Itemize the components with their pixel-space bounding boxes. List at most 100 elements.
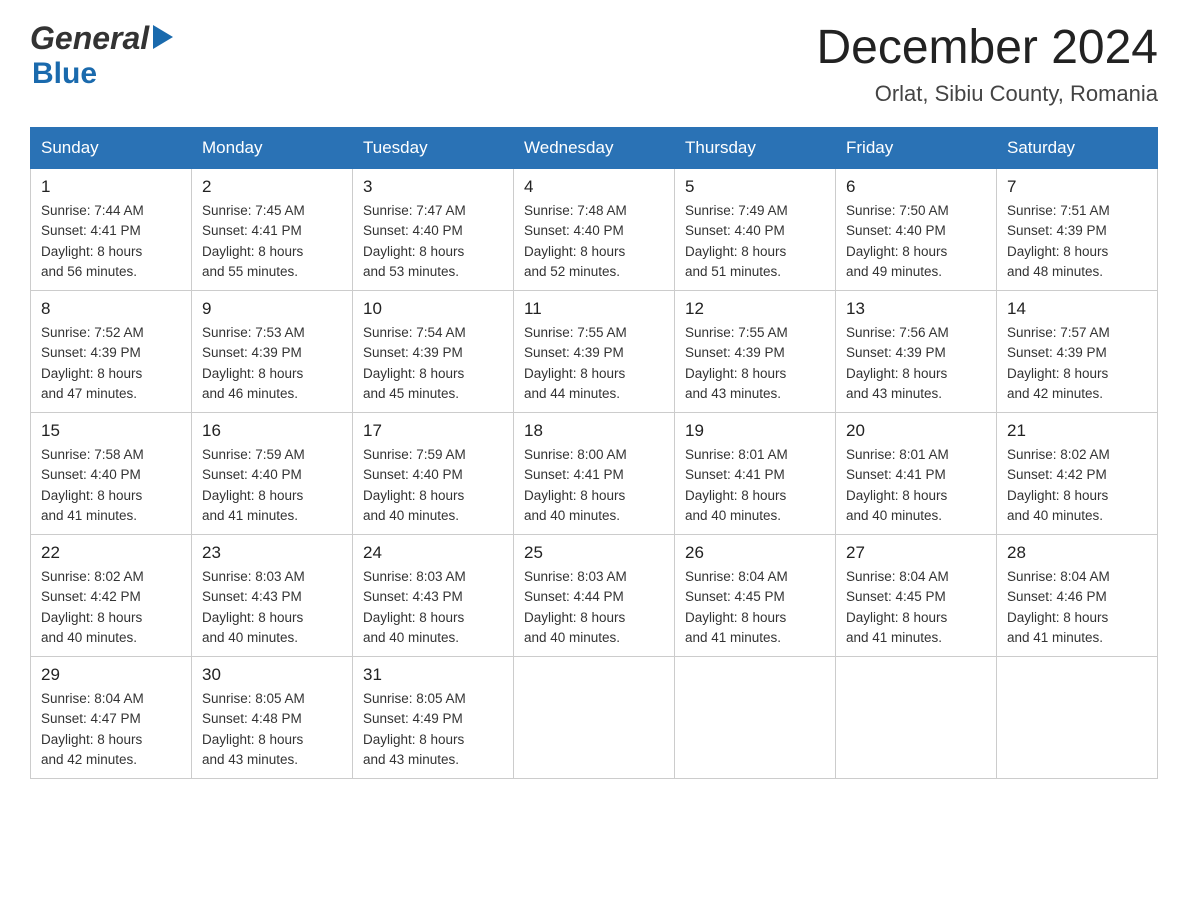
calendar-header-friday: Friday	[836, 128, 997, 169]
day-info: Sunrise: 8:00 AM Sunset: 4:41 PM Dayligh…	[524, 445, 664, 526]
calendar-header-monday: Monday	[192, 128, 353, 169]
day-number: 26	[685, 543, 825, 563]
day-info: Sunrise: 8:04 AM Sunset: 4:47 PM Dayligh…	[41, 689, 181, 770]
calendar-cell: 11 Sunrise: 7:55 AM Sunset: 4:39 PM Dayl…	[514, 291, 675, 413]
logo: General Blue	[30, 20, 173, 91]
calendar-cell: 28 Sunrise: 8:04 AM Sunset: 4:46 PM Dayl…	[997, 535, 1158, 657]
calendar-cell: 16 Sunrise: 7:59 AM Sunset: 4:40 PM Dayl…	[192, 413, 353, 535]
day-number: 21	[1007, 421, 1147, 441]
day-number: 7	[1007, 177, 1147, 197]
day-info: Sunrise: 7:53 AM Sunset: 4:39 PM Dayligh…	[202, 323, 342, 404]
calendar-week-row: 1 Sunrise: 7:44 AM Sunset: 4:41 PM Dayli…	[31, 169, 1158, 291]
calendar-header-tuesday: Tuesday	[353, 128, 514, 169]
calendar-cell: 30 Sunrise: 8:05 AM Sunset: 4:48 PM Dayl…	[192, 657, 353, 779]
calendar-cell: 20 Sunrise: 8:01 AM Sunset: 4:41 PM Dayl…	[836, 413, 997, 535]
day-number: 16	[202, 421, 342, 441]
calendar-week-row: 22 Sunrise: 8:02 AM Sunset: 4:42 PM Dayl…	[31, 535, 1158, 657]
calendar-week-row: 29 Sunrise: 8:04 AM Sunset: 4:47 PM Dayl…	[31, 657, 1158, 779]
day-number: 24	[363, 543, 503, 563]
day-number: 11	[524, 299, 664, 319]
day-info: Sunrise: 8:05 AM Sunset: 4:49 PM Dayligh…	[363, 689, 503, 770]
day-number: 2	[202, 177, 342, 197]
day-info: Sunrise: 7:44 AM Sunset: 4:41 PM Dayligh…	[41, 201, 181, 282]
calendar-header-saturday: Saturday	[997, 128, 1158, 169]
calendar-cell: 31 Sunrise: 8:05 AM Sunset: 4:49 PM Dayl…	[353, 657, 514, 779]
day-info: Sunrise: 7:55 AM Sunset: 4:39 PM Dayligh…	[685, 323, 825, 404]
calendar-cell: 5 Sunrise: 7:49 AM Sunset: 4:40 PM Dayli…	[675, 169, 836, 291]
day-number: 4	[524, 177, 664, 197]
day-info: Sunrise: 7:49 AM Sunset: 4:40 PM Dayligh…	[685, 201, 825, 282]
calendar-cell: 15 Sunrise: 7:58 AM Sunset: 4:40 PM Dayl…	[31, 413, 192, 535]
day-info: Sunrise: 7:59 AM Sunset: 4:40 PM Dayligh…	[363, 445, 503, 526]
calendar-cell	[675, 657, 836, 779]
page-title: December 2024	[816, 20, 1158, 75]
day-info: Sunrise: 8:01 AM Sunset: 4:41 PM Dayligh…	[846, 445, 986, 526]
day-number: 22	[41, 543, 181, 563]
calendar-cell: 10 Sunrise: 7:54 AM Sunset: 4:39 PM Dayl…	[353, 291, 514, 413]
day-number: 18	[524, 421, 664, 441]
day-info: Sunrise: 8:01 AM Sunset: 4:41 PM Dayligh…	[685, 445, 825, 526]
day-info: Sunrise: 7:54 AM Sunset: 4:39 PM Dayligh…	[363, 323, 503, 404]
day-info: Sunrise: 7:58 AM Sunset: 4:40 PM Dayligh…	[41, 445, 181, 526]
calendar-cell: 17 Sunrise: 7:59 AM Sunset: 4:40 PM Dayl…	[353, 413, 514, 535]
day-info: Sunrise: 8:04 AM Sunset: 4:45 PM Dayligh…	[685, 567, 825, 648]
day-number: 28	[1007, 543, 1147, 563]
day-info: Sunrise: 8:03 AM Sunset: 4:43 PM Dayligh…	[202, 567, 342, 648]
calendar-cell: 1 Sunrise: 7:44 AM Sunset: 4:41 PM Dayli…	[31, 169, 192, 291]
calendar-cell: 27 Sunrise: 8:04 AM Sunset: 4:45 PM Dayl…	[836, 535, 997, 657]
day-info: Sunrise: 7:52 AM Sunset: 4:39 PM Dayligh…	[41, 323, 181, 404]
calendar-cell	[997, 657, 1158, 779]
day-info: Sunrise: 7:56 AM Sunset: 4:39 PM Dayligh…	[846, 323, 986, 404]
day-info: Sunrise: 8:04 AM Sunset: 4:45 PM Dayligh…	[846, 567, 986, 648]
calendar-week-row: 15 Sunrise: 7:58 AM Sunset: 4:40 PM Dayl…	[31, 413, 1158, 535]
logo-arrow-icon	[153, 25, 173, 49]
calendar-table: SundayMondayTuesdayWednesdayThursdayFrid…	[30, 127, 1158, 779]
day-number: 5	[685, 177, 825, 197]
day-number: 19	[685, 421, 825, 441]
day-number: 1	[41, 177, 181, 197]
day-info: Sunrise: 8:04 AM Sunset: 4:46 PM Dayligh…	[1007, 567, 1147, 648]
day-number: 17	[363, 421, 503, 441]
calendar-header-sunday: Sunday	[31, 128, 192, 169]
calendar-cell: 9 Sunrise: 7:53 AM Sunset: 4:39 PM Dayli…	[192, 291, 353, 413]
day-number: 3	[363, 177, 503, 197]
day-info: Sunrise: 7:51 AM Sunset: 4:39 PM Dayligh…	[1007, 201, 1147, 282]
day-number: 29	[41, 665, 181, 685]
day-info: Sunrise: 7:48 AM Sunset: 4:40 PM Dayligh…	[524, 201, 664, 282]
page-header: General Blue December 2024 Orlat, Sibiu …	[30, 20, 1158, 107]
calendar-cell: 22 Sunrise: 8:02 AM Sunset: 4:42 PM Dayl…	[31, 535, 192, 657]
calendar-cell: 23 Sunrise: 8:03 AM Sunset: 4:43 PM Dayl…	[192, 535, 353, 657]
calendar-cell: 8 Sunrise: 7:52 AM Sunset: 4:39 PM Dayli…	[31, 291, 192, 413]
calendar-cell: 14 Sunrise: 7:57 AM Sunset: 4:39 PM Dayl…	[997, 291, 1158, 413]
day-info: Sunrise: 7:57 AM Sunset: 4:39 PM Dayligh…	[1007, 323, 1147, 404]
day-info: Sunrise: 8:03 AM Sunset: 4:44 PM Dayligh…	[524, 567, 664, 648]
calendar-cell: 19 Sunrise: 8:01 AM Sunset: 4:41 PM Dayl…	[675, 413, 836, 535]
calendar-cell: 6 Sunrise: 7:50 AM Sunset: 4:40 PM Dayli…	[836, 169, 997, 291]
calendar-cell: 25 Sunrise: 8:03 AM Sunset: 4:44 PM Dayl…	[514, 535, 675, 657]
day-info: Sunrise: 7:59 AM Sunset: 4:40 PM Dayligh…	[202, 445, 342, 526]
day-info: Sunrise: 8:03 AM Sunset: 4:43 PM Dayligh…	[363, 567, 503, 648]
day-number: 20	[846, 421, 986, 441]
calendar-cell: 3 Sunrise: 7:47 AM Sunset: 4:40 PM Dayli…	[353, 169, 514, 291]
calendar-cell: 29 Sunrise: 8:04 AM Sunset: 4:47 PM Dayl…	[31, 657, 192, 779]
calendar-header-row: SundayMondayTuesdayWednesdayThursdayFrid…	[31, 128, 1158, 169]
calendar-cell	[836, 657, 997, 779]
calendar-cell: 21 Sunrise: 8:02 AM Sunset: 4:42 PM Dayl…	[997, 413, 1158, 535]
day-number: 9	[202, 299, 342, 319]
day-info: Sunrise: 7:55 AM Sunset: 4:39 PM Dayligh…	[524, 323, 664, 404]
day-number: 25	[524, 543, 664, 563]
day-info: Sunrise: 7:45 AM Sunset: 4:41 PM Dayligh…	[202, 201, 342, 282]
day-number: 10	[363, 299, 503, 319]
day-number: 8	[41, 299, 181, 319]
day-number: 13	[846, 299, 986, 319]
calendar-cell: 24 Sunrise: 8:03 AM Sunset: 4:43 PM Dayl…	[353, 535, 514, 657]
logo-text-blue: Blue	[32, 57, 173, 91]
calendar-cell: 12 Sunrise: 7:55 AM Sunset: 4:39 PM Dayl…	[675, 291, 836, 413]
day-info: Sunrise: 7:47 AM Sunset: 4:40 PM Dayligh…	[363, 201, 503, 282]
day-info: Sunrise: 8:05 AM Sunset: 4:48 PM Dayligh…	[202, 689, 342, 770]
day-number: 14	[1007, 299, 1147, 319]
calendar-cell: 18 Sunrise: 8:00 AM Sunset: 4:41 PM Dayl…	[514, 413, 675, 535]
page-subtitle: Orlat, Sibiu County, Romania	[816, 81, 1158, 107]
title-block: December 2024 Orlat, Sibiu County, Roman…	[816, 20, 1158, 107]
day-info: Sunrise: 8:02 AM Sunset: 4:42 PM Dayligh…	[41, 567, 181, 648]
